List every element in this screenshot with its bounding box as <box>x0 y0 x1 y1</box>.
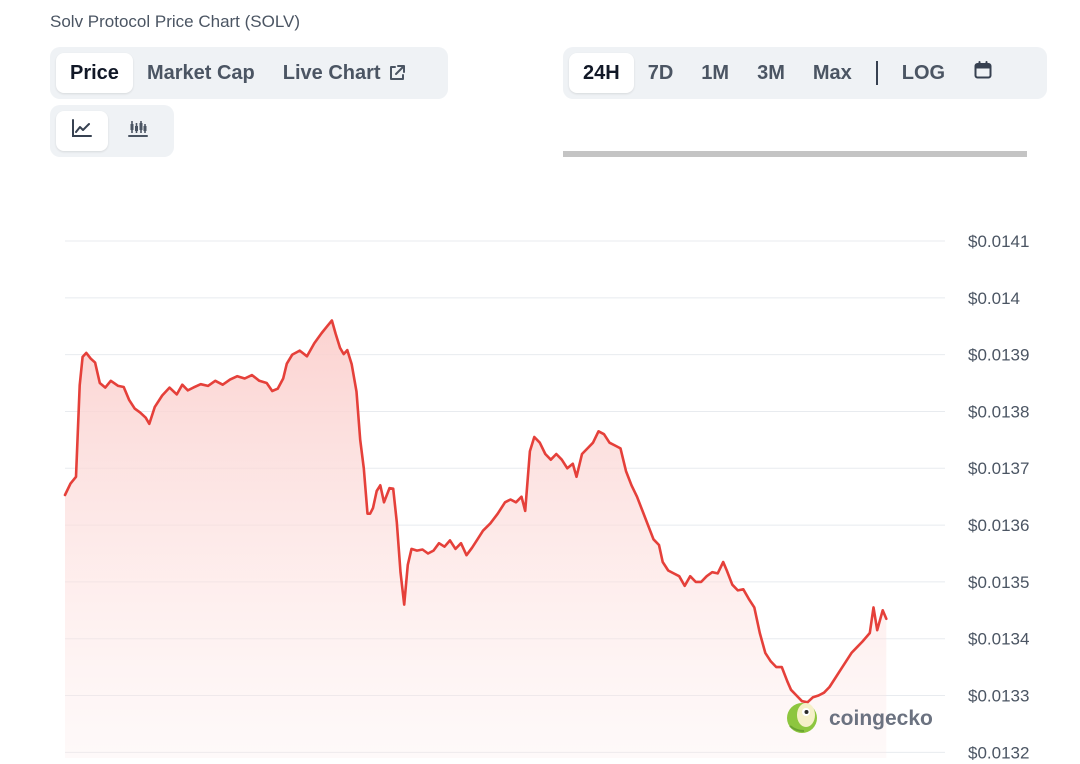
gecko-logo-icon <box>787 703 817 733</box>
y-axis-ticks: $0.0141 $0.014 $0.0139 $0.0138 $0.0137 $0.013… <box>968 232 1029 762</box>
y-tick-label: $0.0133 <box>968 686 1029 705</box>
price-area <box>65 320 887 758</box>
watermark-text: coingecko <box>829 707 933 730</box>
y-tick-label: $0.0136 <box>968 516 1029 535</box>
y-tick-label: $0.0139 <box>968 346 1029 365</box>
y-tick-label: $0.0135 <box>968 573 1029 592</box>
y-tick-label: $0.014 <box>968 289 1020 308</box>
y-tick-label: $0.0138 <box>968 402 1029 421</box>
y-tick-label: $0.0132 <box>968 743 1029 762</box>
y-tick-label: $0.0134 <box>968 630 1029 649</box>
coingecko-watermark: coingecko <box>787 703 933 733</box>
y-tick-label: $0.0141 <box>968 232 1029 251</box>
price-chart[interactable]: $0.0141 $0.014 $0.0139 $0.0138 $0.0137 $0.013… <box>0 0 1080 764</box>
y-tick-label: $0.0137 <box>968 459 1029 478</box>
